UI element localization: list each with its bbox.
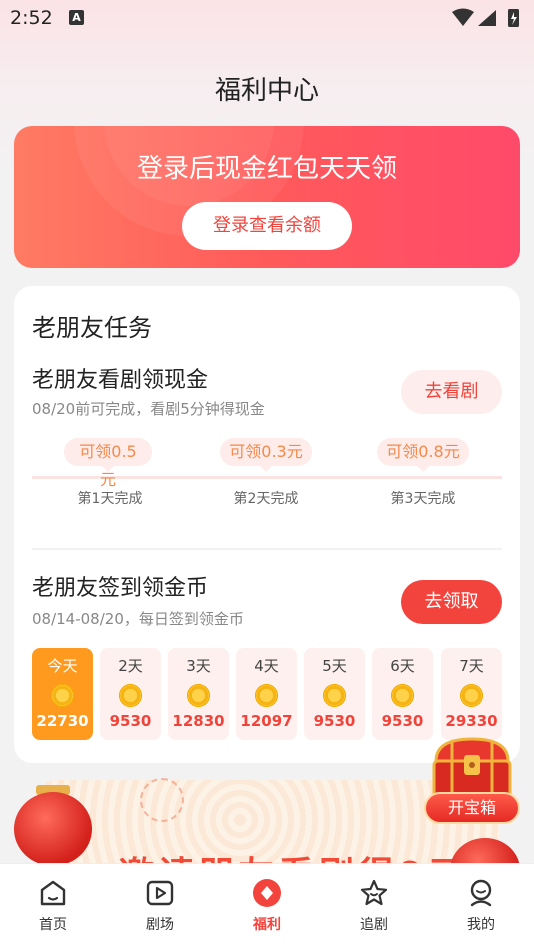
checkin-days-row: 今天 22730 2天 9530 3天 12830 4天 12097 5天 95… [32,648,502,740]
checkin-day-3[interactable]: 3天 12830 [168,648,229,740]
login-banner: 登录后现金红包天天领 登录查看余额 [14,126,520,268]
reward-day-label: 第1天完成 [77,491,143,507]
profile-icon [470,879,492,907]
reward-pill-day3: 可领0.8元 [377,438,469,472]
old-friend-tasks-card: 老朋友任务 老朋友看剧领现金 08/20前可完成，看剧5分钟得现金 去看剧 可领… [14,286,520,763]
page-title: 福利中心 [214,76,319,106]
reward-pill-day2: 可领0.3元 [220,438,312,472]
open-treasure-button[interactable]: 开宝箱 [424,792,520,824]
coin-icon [391,684,414,707]
coin-icon [460,684,483,707]
day-name: 5天 [322,657,347,675]
reward-pill-day1: 可领0.5元 [64,438,152,489]
status-time: 2:52 [10,7,53,29]
watch-task-desc: 08/20前可完成，看剧5分钟得现金 [32,400,265,418]
nav-label: 福利 [253,917,281,933]
section-title: 老朋友任务 [32,314,152,342]
reward-day-label: 第2天完成 [233,491,299,507]
play-icon [146,880,174,906]
go-claim-button[interactable]: 去领取 [401,580,502,624]
login-check-balance-button[interactable]: 登录查看余额 [182,202,352,250]
nav-label: 追剧 [360,917,388,933]
coin-icon [51,684,74,707]
banner-title: 登录后现金红包天天领 [136,154,397,184]
nav-item-mine[interactable]: 我的 [428,864,534,949]
coin-icon [119,684,142,707]
divider [32,548,502,550]
reward-day-label: 第3天完成 [390,491,456,507]
day-coin-value: 12097 [240,712,293,730]
day-coin-value: 22730 [36,712,89,730]
day-coin-value: 12830 [172,712,225,730]
coin-icon [323,684,346,707]
nav-item-follow[interactable]: 追剧 [321,864,427,949]
day-coin-value: 9530 [313,712,356,730]
checkin-day-4[interactable]: 4天 12097 [236,648,297,740]
signal-icon [478,10,496,26]
gift-icon [253,879,281,907]
checkin-day-today[interactable]: 今天 22730 [32,648,93,740]
nav-item-welfare[interactable]: 福利 [214,864,320,949]
go-watch-button[interactable]: 去看剧 [401,370,502,414]
checkin-day-6[interactable]: 6天 9530 [372,648,433,740]
nav-label: 首页 [39,917,67,933]
day-name: 2天 [118,657,143,675]
day-name: 今天 [47,657,78,675]
day-name: 3天 [186,657,211,675]
checkin-task-desc: 08/14-08/20，每日签到领金币 [32,610,244,628]
home-icon [40,880,66,906]
watch-task-title: 老朋友看剧领现金 [32,368,209,393]
nav-item-home[interactable]: 首页 [0,864,106,949]
app-badge-icon: A [69,10,84,25]
coin-icon [187,684,210,707]
nav-label: 我的 [467,917,495,933]
day-name: 4天 [254,657,279,675]
nav-item-theater[interactable]: 剧场 [107,864,213,949]
checkin-day-2[interactable]: 2天 9530 [100,648,161,740]
star-icon [360,879,388,906]
firework-decoration [140,778,184,822]
checkin-day-5[interactable]: 5天 9530 [304,648,365,740]
day-name: 7天 [459,657,484,675]
checkin-task-title: 老朋友签到领金币 [32,576,209,601]
bottom-nav: 首页 剧场 福利 追剧 我的 [0,863,534,949]
wifi-icon [452,8,474,26]
status-bar: 2:52 A [0,0,534,36]
nav-label: 剧场 [146,917,174,933]
day-name: 6天 [390,657,415,675]
day-coin-value: 9530 [109,712,152,730]
day-coin-value: 29330 [445,712,498,730]
checkin-day-7[interactable]: 7天 29330 [441,648,502,740]
coin-icon [255,684,278,707]
day-coin-value: 9530 [381,712,424,730]
lantern-left-icon [14,792,92,866]
status-icons [452,8,519,27]
